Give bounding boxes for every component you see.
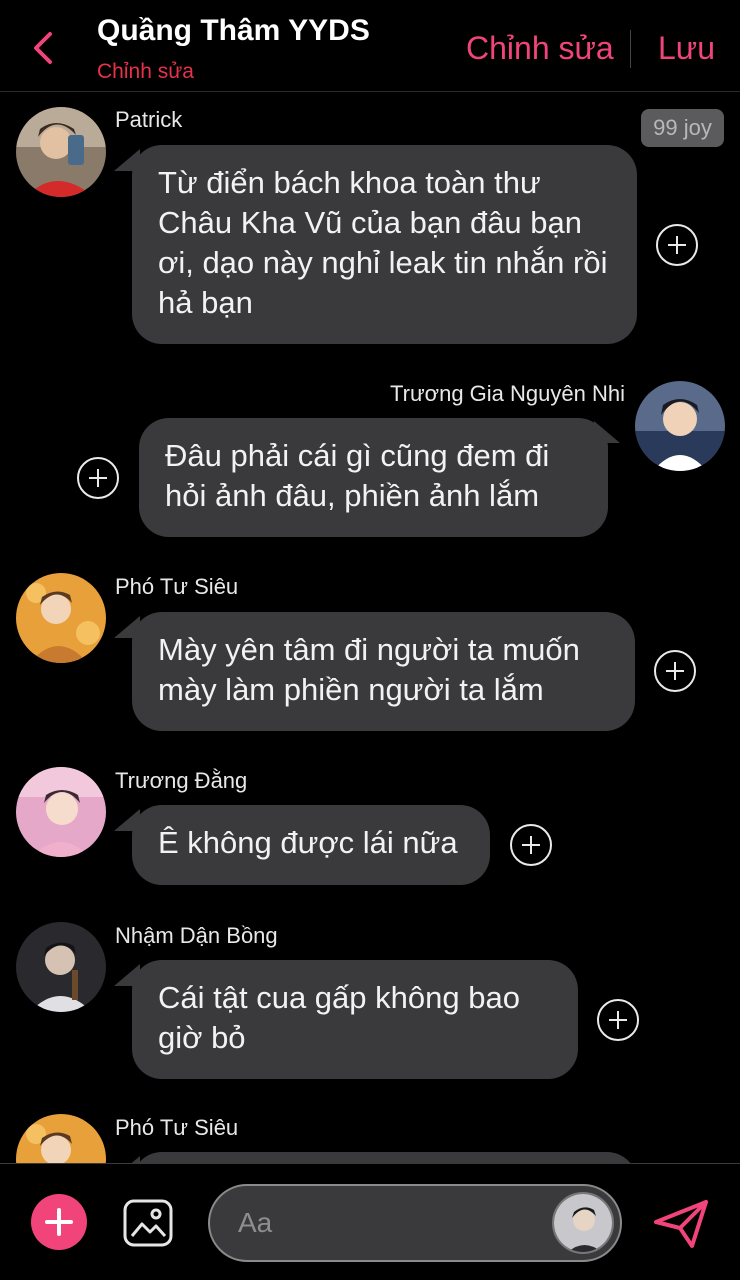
message-list[interactable]: Patrick 99 joy Từ điển bách khoa toàn th… — [0, 93, 740, 1163]
message-input-wrapper[interactable] — [208, 1184, 622, 1262]
chat-subtitle[interactable]: Chỉnh sửa — [97, 60, 194, 84]
avatar[interactable] — [16, 1114, 106, 1163]
plus-button[interactable] — [31, 1194, 87, 1250]
edit-button[interactable]: Chỉnh sửa — [466, 30, 614, 67]
message-bubble[interactable]: Đâu phải cái gì cũng đem đi hỏi ảnh đâu,… — [139, 418, 608, 537]
add-reaction-icon[interactable] — [654, 650, 696, 692]
composer-bar — [0, 1163, 740, 1280]
add-reaction-icon[interactable] — [77, 457, 119, 499]
avatar[interactable] — [16, 573, 106, 663]
avatar[interactable] — [635, 381, 725, 471]
image-icon[interactable] — [122, 1198, 174, 1248]
bubble-tail — [114, 1156, 140, 1163]
message-bubble[interactable] — [132, 1152, 637, 1163]
back-chevron-icon[interactable] — [28, 28, 64, 68]
save-button[interactable]: Lưu — [658, 30, 715, 67]
chat-header: Quầng Thâm YYDS Chỉnh sửa Chỉnh sửa Lưu — [0, 0, 740, 92]
send-icon[interactable] — [652, 1198, 710, 1250]
avatar[interactable] — [16, 767, 106, 857]
sender-name: Nhậm Dận Bồng — [115, 923, 278, 948]
avatar[interactable] — [552, 1192, 614, 1254]
add-reaction-icon[interactable] — [510, 824, 552, 866]
sender-name: Patrick — [115, 107, 183, 132]
message-bubble[interactable]: Cái tật cua gấp không bao giờ bỏ — [132, 960, 578, 1079]
add-reaction-icon[interactable] — [656, 224, 698, 266]
message-bubble[interactable]: Mày yên tâm đi người ta muốn mày làm phi… — [132, 612, 635, 731]
avatar[interactable] — [16, 107, 106, 197]
joy-badge: 99 joy — [641, 109, 724, 147]
add-reaction-icon[interactable] — [597, 999, 639, 1041]
header-divider — [630, 30, 631, 68]
sender-name: Phó Tư Siêu — [115, 574, 239, 599]
avatar[interactable] — [16, 922, 106, 1012]
sender-name: Phó Tư Siêu — [115, 1115, 239, 1140]
message-bubble[interactable]: Ê không được lái nữa — [132, 805, 490, 885]
chat-title: Quầng Thâm YYDS — [97, 14, 370, 47]
sender-name: Trương Đằng — [115, 768, 248, 793]
message-input[interactable] — [238, 1200, 538, 1246]
message-bubble[interactable]: Từ điển bách khoa toàn thư Châu Kha Vũ c… — [132, 145, 637, 344]
sender-name: Trương Gia Nguyên Nhi — [390, 381, 625, 406]
